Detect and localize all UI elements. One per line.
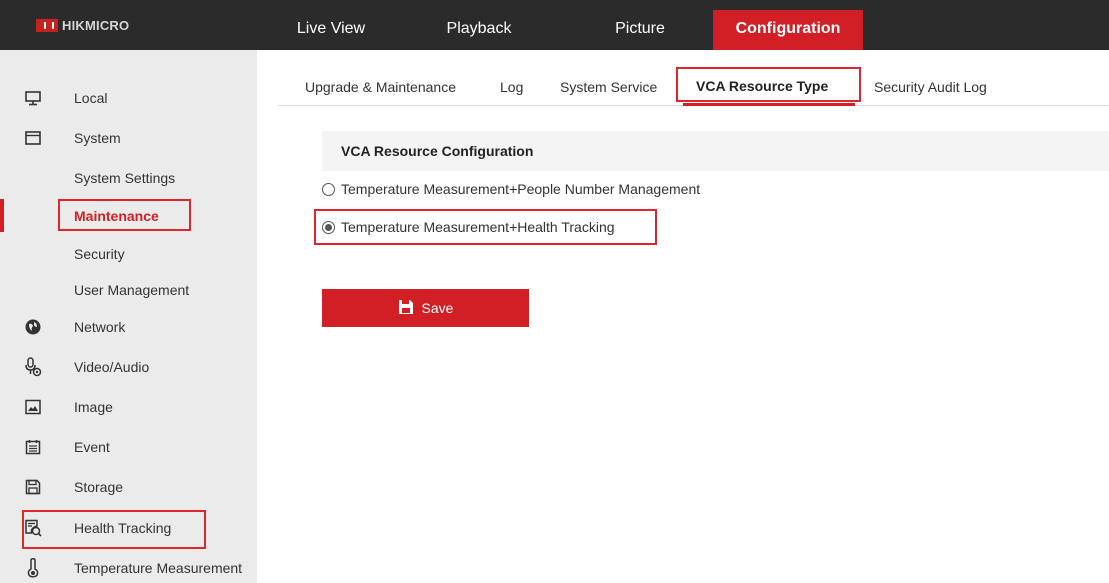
sidebar-item-label: Event [74,439,110,455]
sidebar-item-label: System [74,130,121,146]
subtab-upgrade-maintenance[interactable]: Upgrade & Maintenance [305,79,456,95]
option-label: Temperature Measurement+People Number Ma… [341,181,701,197]
subtab-system-service[interactable]: System Service [560,79,657,95]
subtab-vca-resource-type[interactable]: VCA Resource Type [696,78,828,94]
window-icon [24,129,42,147]
subtab-active-underline [683,103,855,106]
globe-icon [24,318,42,336]
sidebar-item-label: User Management [74,282,190,298]
sidebar-item-label: Storage [74,479,124,495]
brand-name: HIKMICRO [62,17,130,33]
top-navigation-bar: HIKMICRO Live View Playback Picture Conf… [0,0,1109,50]
sidebar-item-temperature-measurement[interactable]: Temperature Measurement [0,548,257,583]
sidebar-item-label: Network [74,319,126,335]
sidebar-item-user-management[interactable]: User Management [0,270,257,310]
save-disk-icon [398,299,414,318]
tab-configuration[interactable]: Configuration [713,10,863,50]
sidebar-item-label: Health Tracking [74,520,172,536]
sidebar-item-video-audio[interactable]: Video/Audio [0,347,257,387]
sidebar-item-network[interactable]: Network [0,307,257,347]
sidebar-item-label: System Settings [74,170,176,186]
section-title: VCA Resource Configuration [322,131,1109,171]
health-tracking-icon [24,519,42,537]
option-label: Temperature Measurement+Health Tracking [341,219,615,235]
option-temperature-people-number[interactable]: Temperature Measurement+People Number Ma… [322,181,700,197]
sidebar-item-health-tracking[interactable]: Health Tracking [0,508,257,548]
sidebar-item-local[interactable]: Local [0,78,257,118]
microphone-icon [24,357,42,377]
sidebar-item-event[interactable]: Event [0,427,257,467]
tab-live-view[interactable]: Live View [276,10,386,50]
sidebar-item-image[interactable]: Image [0,387,257,427]
sidebar-item-label: Security [74,246,125,262]
save-disk-icon [24,478,42,496]
save-button[interactable]: Save [322,289,529,327]
option-temperature-health-tracking[interactable]: Temperature Measurement+Health Tracking [322,219,615,235]
sidebar-item-maintenance[interactable]: Maintenance [0,196,257,236]
sidebar-item-security[interactable]: Security [0,234,257,274]
sidebar-item-label: Image [74,399,113,415]
image-icon [24,398,42,416]
tab-picture[interactable]: Picture [585,10,695,50]
save-label: Save [421,300,454,316]
radio-selected[interactable] [322,220,335,234]
sidebar-item-label: Temperature Measurement [74,560,243,576]
sidebar-item-label: Local [74,90,108,106]
subtab-log[interactable]: Log [500,79,523,95]
thermometer-icon [24,558,42,578]
sidebar-item-system[interactable]: System [0,118,257,158]
brand-logo: HIKMICRO [36,0,129,50]
radio-unselected[interactable] [322,182,335,196]
subtab-security-audit-log[interactable]: Security Audit Log [874,79,987,95]
sidebar-item-storage[interactable]: Storage [0,467,257,507]
sidebar-item-system-settings[interactable]: System Settings [0,158,257,198]
monitor-icon [24,89,42,107]
calendar-icon [24,438,42,456]
logo-mark-icon [36,18,58,32]
sidebar-item-label: Maintenance [74,208,159,224]
sidebar-item-label: Video/Audio [74,359,150,375]
tab-playback[interactable]: Playback [424,10,534,50]
radio-dot [325,223,332,231]
